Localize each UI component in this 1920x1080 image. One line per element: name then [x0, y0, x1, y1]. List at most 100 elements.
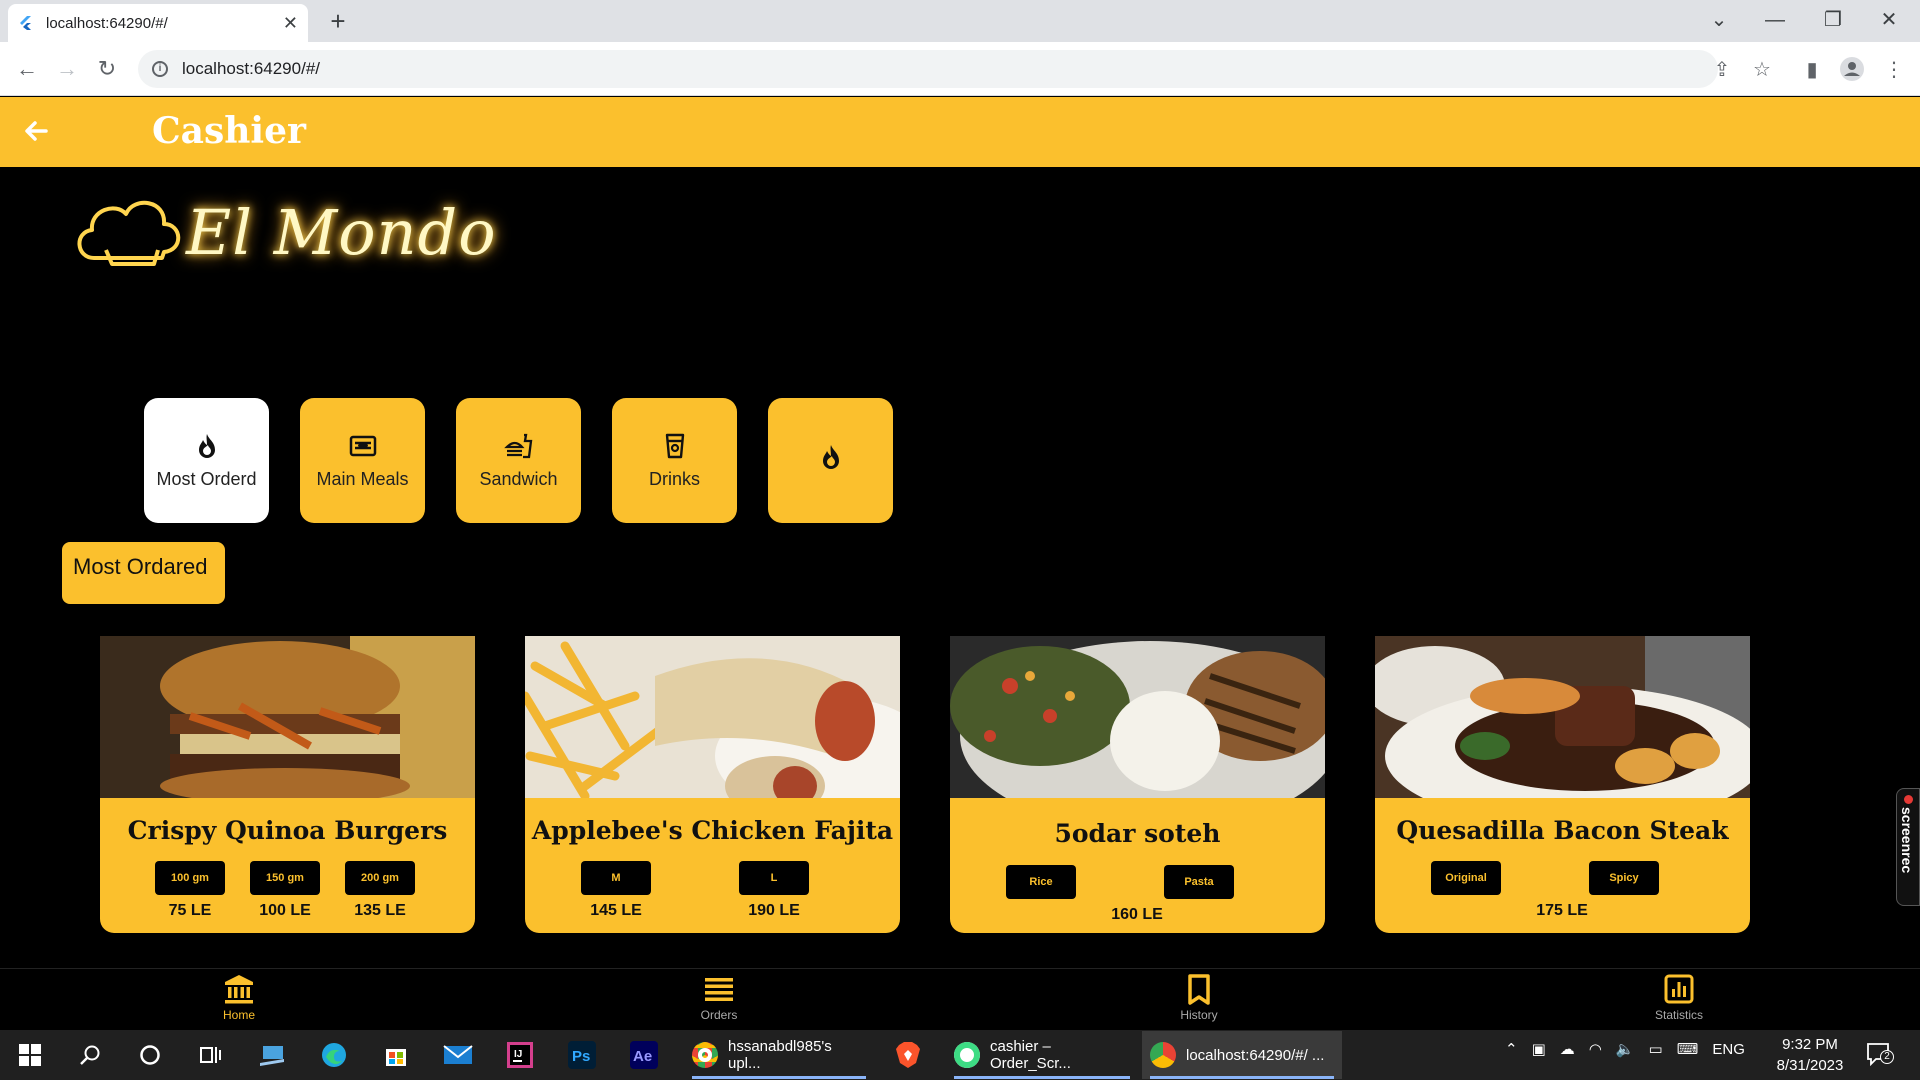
edge-icon[interactable] [312, 1036, 356, 1074]
active-indicator [1150, 1076, 1334, 1079]
active-indicator [692, 1076, 866, 1079]
task-view-icon[interactable] [188, 1036, 232, 1074]
size-option-button[interactable]: L [739, 861, 809, 895]
product-card[interactable]: Quesadilla Bacon Steak Original Spicy 17… [1375, 636, 1750, 933]
nav-orders[interactable]: Orders [659, 972, 779, 1028]
chevron-up-icon[interactable]: ⌃ [1505, 1040, 1518, 1058]
windows-start-icon[interactable] [8, 1036, 52, 1074]
screenrec-tab[interactable]: screenrec [1896, 788, 1920, 906]
size-option-button[interactable]: 150 gm [250, 861, 320, 895]
store-icon[interactable] [374, 1036, 418, 1074]
flame-icon [198, 434, 215, 458]
bookmark-icon [1188, 974, 1210, 1005]
tab-search-icon[interactable]: ⌄ [1694, 4, 1744, 36]
steak-image [1375, 636, 1750, 798]
variant-option-button[interactable]: Rice [1006, 865, 1076, 899]
taskbar-window-localhost[interactable]: localhost:64290/#/ ... [1142, 1031, 1342, 1079]
minimize-button[interactable]: — [1750, 4, 1800, 36]
meal-icon [349, 435, 376, 457]
size-option-button[interactable]: 100 gm [155, 861, 225, 895]
product-name: Applebee's Chicken Fajita [531, 816, 894, 845]
category-most-ordered[interactable]: Most Orderd [144, 398, 269, 523]
after-effects-icon[interactable]: Ae [622, 1036, 666, 1074]
category-label: Most Orderd [156, 469, 257, 489]
notification-count: 2 [1880, 1050, 1894, 1064]
fastfood-icon [503, 433, 532, 459]
forward-button[interactable]: → [52, 54, 82, 84]
svg-text:Ps: Ps [572, 1048, 590, 1065]
android-studio-icon [954, 1042, 980, 1068]
notification-center-icon[interactable]: 2 [1866, 1042, 1894, 1067]
product-price: 160 LE [1111, 906, 1163, 923]
cup-icon [665, 433, 684, 459]
restore-button[interactable]: ❐ [1808, 4, 1858, 36]
product-card[interactable]: Crispy Quinoa Burgers 100 gm 150 gm 200 … [100, 636, 475, 933]
variant-option-button[interactable]: Original [1431, 861, 1501, 895]
nav-home[interactable]: Home [179, 972, 299, 1028]
search-icon[interactable] [68, 1036, 112, 1074]
clock-date: 8/31/2023 [1776, 1057, 1844, 1074]
back-button[interactable]: ← [12, 54, 42, 84]
language-indicator[interactable]: ENG [1712, 1041, 1745, 1058]
site-info-icon[interactable]: i [152, 61, 168, 77]
cortana-icon[interactable] [128, 1036, 172, 1074]
size-option-button[interactable]: 200 gm [345, 861, 415, 895]
explorer-pc-icon[interactable] [250, 1036, 294, 1074]
variant-option-button[interactable]: Spicy [1589, 861, 1659, 895]
variant-option-button[interactable]: Pasta [1164, 865, 1234, 899]
taskbar-window-cashier-editor[interactable]: cashier – Order_Scr... [946, 1031, 1138, 1079]
profile-icon[interactable] [1838, 56, 1866, 84]
browser-tab[interactable]: localhost:64290/#/ ✕ [8, 4, 308, 42]
nav-label: History [1180, 1008, 1218, 1022]
taskbar-window-title: cashier – Order_Scr... [990, 1038, 1071, 1072]
section-title: Most Ordared [62, 542, 225, 604]
address-bar[interactable]: i localhost:64290/#/ [138, 50, 1718, 88]
category-extra[interactable] [768, 398, 893, 523]
close-tab-icon[interactable]: ✕ [283, 13, 298, 34]
nav-history[interactable]: History [1139, 972, 1259, 1028]
volume-icon[interactable]: 🔈 [1616, 1040, 1635, 1058]
category-drinks[interactable]: Drinks [612, 398, 737, 523]
wifi-icon[interactable]: ◠ [1589, 1040, 1602, 1058]
category-label: Main Meals [316, 469, 409, 489]
product-name: Crispy Quinoa Burgers [127, 816, 448, 845]
onedrive-cloud-icon[interactable]: ☁ [1560, 1040, 1575, 1058]
taskbar-window-title: hssanabdl985's upl... [728, 1038, 832, 1072]
side-panel-icon[interactable]: ▮ [1798, 56, 1826, 84]
category-main-meals[interactable]: Main Meals [300, 398, 425, 523]
app-title: Cashier [152, 110, 306, 152]
product-price: 135 LE [354, 902, 406, 919]
meet-now-icon[interactable]: ▣ [1532, 1040, 1546, 1058]
brave-icon[interactable] [886, 1036, 930, 1074]
category-label: Sandwich [479, 469, 558, 489]
size-option-button[interactable]: M [581, 861, 651, 895]
flutter-icon [20, 16, 31, 30]
mail-icon[interactable] [436, 1036, 480, 1074]
share-icon[interactable]: ⇪ [1708, 56, 1736, 84]
active-indicator [954, 1076, 1130, 1079]
battery-icon[interactable]: ▭ [1649, 1040, 1663, 1058]
product-card[interactable]: 5odar soteh Rice Pasta 160 LE [950, 636, 1325, 933]
bank-icon [225, 975, 253, 1004]
chrome-icon [1150, 1042, 1176, 1068]
product-card[interactable]: Applebee's Chicken Fajita M L 145 LE 190… [525, 636, 900, 933]
bookmark-star-icon[interactable]: ☆ [1748, 56, 1776, 84]
keyboard-icon[interactable]: ⌨ [1677, 1040, 1699, 1058]
back-arrow-icon[interactable] [20, 115, 52, 147]
svg-text:IJ: IJ [514, 1049, 522, 1060]
menu-kebab-icon[interactable]: ⋮ [1880, 56, 1908, 84]
category-sandwich[interactable]: Sandwich [456, 398, 581, 523]
chef-hat-logo-icon [77, 200, 181, 266]
taskbar-window-chrome-upload[interactable]: hssanabdl985's upl... [684, 1031, 874, 1079]
burger-image [100, 636, 475, 798]
close-window-button[interactable]: ✕ [1864, 4, 1914, 36]
screenrec-label: screenrec [1899, 807, 1915, 874]
jetbrains-icon[interactable]: IJ [498, 1036, 542, 1074]
taskbar-clock[interactable]: 9:32 PM 8/31/2023 [1760, 1034, 1860, 1076]
photoshop-icon[interactable]: Ps [560, 1036, 604, 1074]
reload-button[interactable]: ↻ [92, 54, 122, 84]
nav-statistics[interactable]: Statistics [1619, 972, 1739, 1028]
new-tab-button[interactable]: + [322, 6, 354, 38]
list-icon [705, 978, 733, 1001]
nav-label: Home [222, 1008, 255, 1022]
